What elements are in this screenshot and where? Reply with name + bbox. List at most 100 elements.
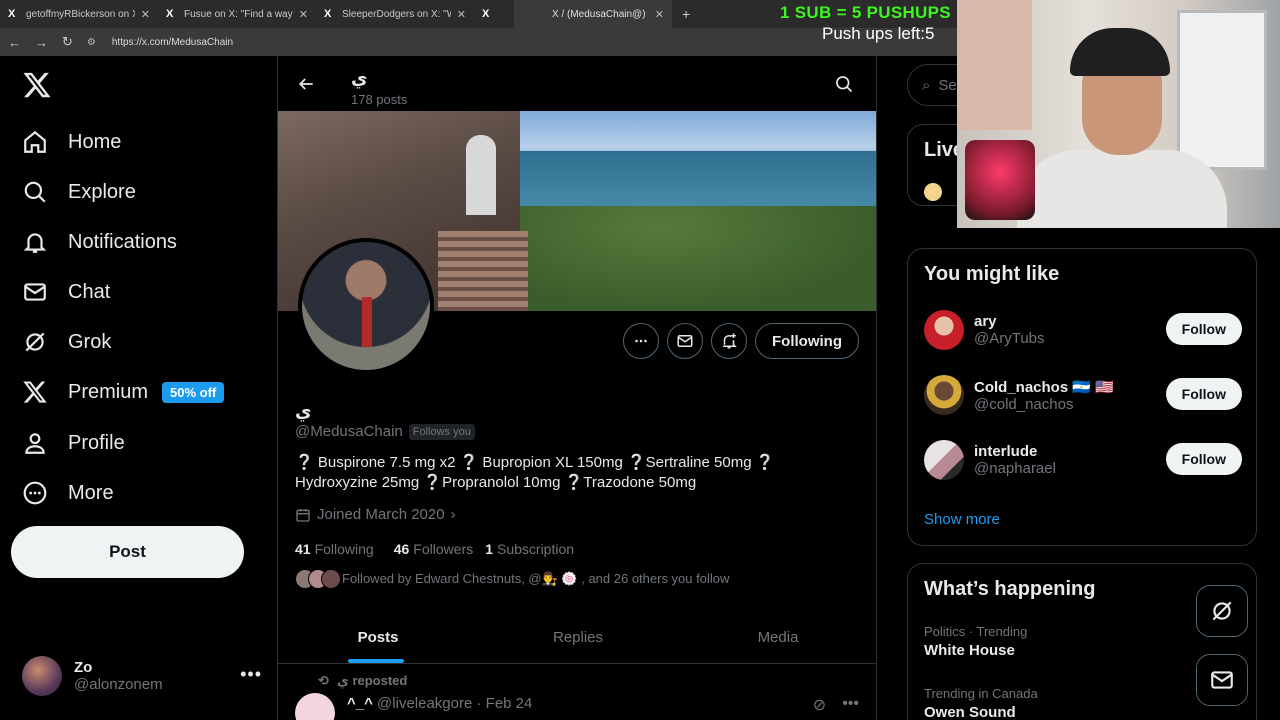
tweet-tools: ⊘ •••: [813, 695, 859, 715]
repost-indicator: ⟲ ي reposted: [318, 673, 408, 688]
post-button[interactable]: Post: [11, 526, 244, 578]
close-tab-icon[interactable]: ✕: [655, 8, 664, 21]
mail-icon: [677, 335, 693, 347]
profile-column: ي 178 posts Following ي @MedusaChain Fol…: [277, 56, 877, 720]
grok-float-button[interactable]: [1196, 585, 1248, 637]
tweet[interactable]: ^_^ @liveleakgore · Feb 24 ⊘ •••: [295, 693, 865, 720]
x-favicon-icon: X: [166, 8, 174, 20]
follows-you-badge: Follows you: [408, 423, 475, 440]
profile-tabs: Posts Replies Media: [278, 611, 876, 664]
who-to-follow-card: You might like ary @AryTubs Follow Cold_n…: [907, 248, 1257, 546]
messages-float-button[interactable]: [1196, 654, 1248, 706]
grok-icon: [25, 332, 45, 352]
browser-tab-1[interactable]: XgetoffmyRBickerson on X: "This✕: [0, 0, 158, 28]
suggestion-item[interactable]: interlude @napharael Follow: [924, 437, 1242, 483]
account-name: Zo: [74, 659, 93, 676]
avatar: [924, 440, 964, 480]
browser-tab-3[interactable]: XSleeperDodgers on X: "What a✕: [316, 0, 474, 28]
search-icon: [24, 181, 46, 203]
overlay-title: 1 SUB = 5 PUSHUPS: [780, 3, 951, 22]
follow-stats: 41 Following 46 Followers 1 Subscription: [295, 541, 574, 557]
joined-date[interactable]: Joined March 2020 ›: [295, 506, 456, 523]
nav-notifications[interactable]: Notifications: [22, 224, 177, 260]
browser-tab-2[interactable]: XFusue on X: "Find a way to draft✕: [158, 0, 316, 28]
trend-item[interactable]: Trending in Canada Owen Sound: [924, 686, 1038, 720]
profile-header-bar: ي 178 posts: [278, 56, 876, 111]
close-tab-icon[interactable]: ✕: [457, 8, 466, 21]
post-count: 178 posts: [351, 92, 408, 107]
suggestion-item[interactable]: ary @AryTubs Follow: [924, 307, 1242, 353]
tab-posts[interactable]: Posts: [278, 611, 478, 663]
profile-name: ي: [295, 401, 312, 421]
tab-replies[interactable]: Replies: [478, 611, 678, 663]
subscriptions-stat[interactable]: 1 Subscription: [485, 541, 574, 557]
account-handle: @alonzonem: [74, 676, 163, 693]
follow-button[interactable]: Follow: [1165, 378, 1242, 410]
more-horizontal-icon: [635, 339, 647, 343]
message-button[interactable]: [667, 323, 704, 359]
avatar: [22, 656, 62, 696]
home-icon: [24, 130, 46, 153]
back-nav-icon[interactable]: ←: [8, 35, 21, 50]
bell-plus-icon: [723, 333, 737, 349]
followers-stat[interactable]: 46 Followers: [394, 541, 473, 557]
person-icon: [25, 433, 45, 454]
nav-chat[interactable]: Chat: [22, 274, 110, 310]
search-icon: ⌕: [922, 76, 931, 94]
reload-icon[interactable]: ↻: [62, 34, 73, 50]
more-horizontal-icon[interactable]: •••: [842, 695, 859, 715]
url-field[interactable]: https://x.com/MedusaChain: [112, 37, 233, 48]
tweet-header: ^_^ @liveleakgore · Feb 24: [347, 695, 533, 712]
back-arrow-icon[interactable]: [296, 74, 316, 94]
follower-avatars: [295, 569, 341, 589]
following-button[interactable]: Following: [755, 323, 859, 359]
nav-more[interactable]: More: [22, 475, 114, 511]
profile-avatar[interactable]: [298, 238, 434, 374]
more-horizontal-icon[interactable]: •••: [240, 664, 262, 685]
x-favicon-icon: X: [8, 8, 16, 20]
new-tab-icon[interactable]: +: [672, 6, 700, 22]
trend-item[interactable]: Politics · Trending White House: [924, 624, 1027, 659]
nav-profile[interactable]: Profile: [22, 425, 125, 461]
profile-handle-row: @MedusaChain Follows you: [295, 423, 475, 440]
more-options-button[interactable]: [623, 323, 660, 359]
site-info-icon[interactable]: ⚙: [87, 37, 96, 48]
show-more-link[interactable]: Show more: [924, 511, 1000, 528]
nav-home[interactable]: Home: [22, 124, 121, 160]
browser-tab-4[interactable]: X: [474, 0, 514, 28]
avatar: [924, 310, 964, 350]
suggestion-item[interactable]: Cold_nachos 🇳🇮 🇺🇸 @cold_nachos Follow: [924, 372, 1242, 418]
browser-tab-active[interactable]: X / (MedusaChain@) ي✕: [514, 0, 672, 28]
nav-grok[interactable]: Grok: [22, 324, 111, 360]
profile-title: ي: [351, 68, 368, 88]
avatar[interactable]: [295, 693, 335, 720]
x-logo-icon: [23, 381, 47, 403]
more-circle-icon: [23, 481, 47, 505]
profile-bio: ❔ Buspirone 7.5 mg x2 ❔ Bupropion XL 150…: [295, 454, 775, 491]
forward-nav-icon[interactable]: →: [35, 35, 48, 50]
profile-handle: @MedusaChain: [295, 423, 403, 440]
follow-button[interactable]: Follow: [1165, 313, 1242, 345]
premium-discount-badge: 50% off: [162, 381, 225, 403]
x-favicon-icon: X: [324, 8, 332, 20]
calendar-icon: [296, 508, 310, 522]
grok-icon[interactable]: ⊘: [813, 695, 826, 715]
close-tab-icon[interactable]: ✕: [299, 8, 308, 21]
x-logo-icon[interactable]: [22, 70, 52, 100]
mail-icon: [24, 283, 46, 301]
notify-button[interactable]: [711, 323, 748, 359]
account-switcher[interactable]: Zo @alonzonem •••: [22, 654, 262, 698]
followed-by[interactable]: Followed by Edward Chestnuts, @👨‍⚖️ 🍥 , …: [295, 569, 729, 589]
webcam-overlay: [957, 0, 1280, 228]
overlay-pushup-counter: Push ups left:5: [822, 24, 935, 43]
live-avatar[interactable]: [924, 183, 942, 201]
grok-icon: [1212, 601, 1232, 621]
follow-button[interactable]: Follow: [1165, 443, 1242, 475]
bell-icon: [23, 233, 47, 253]
following-stat[interactable]: 41 Following: [295, 541, 374, 557]
search-icon[interactable]: [834, 74, 854, 94]
tab-media[interactable]: Media: [678, 611, 876, 663]
nav-premium[interactable]: Premium 50% off: [22, 374, 225, 410]
nav-explore[interactable]: Explore: [22, 174, 136, 210]
close-tab-icon[interactable]: ✕: [141, 8, 150, 21]
